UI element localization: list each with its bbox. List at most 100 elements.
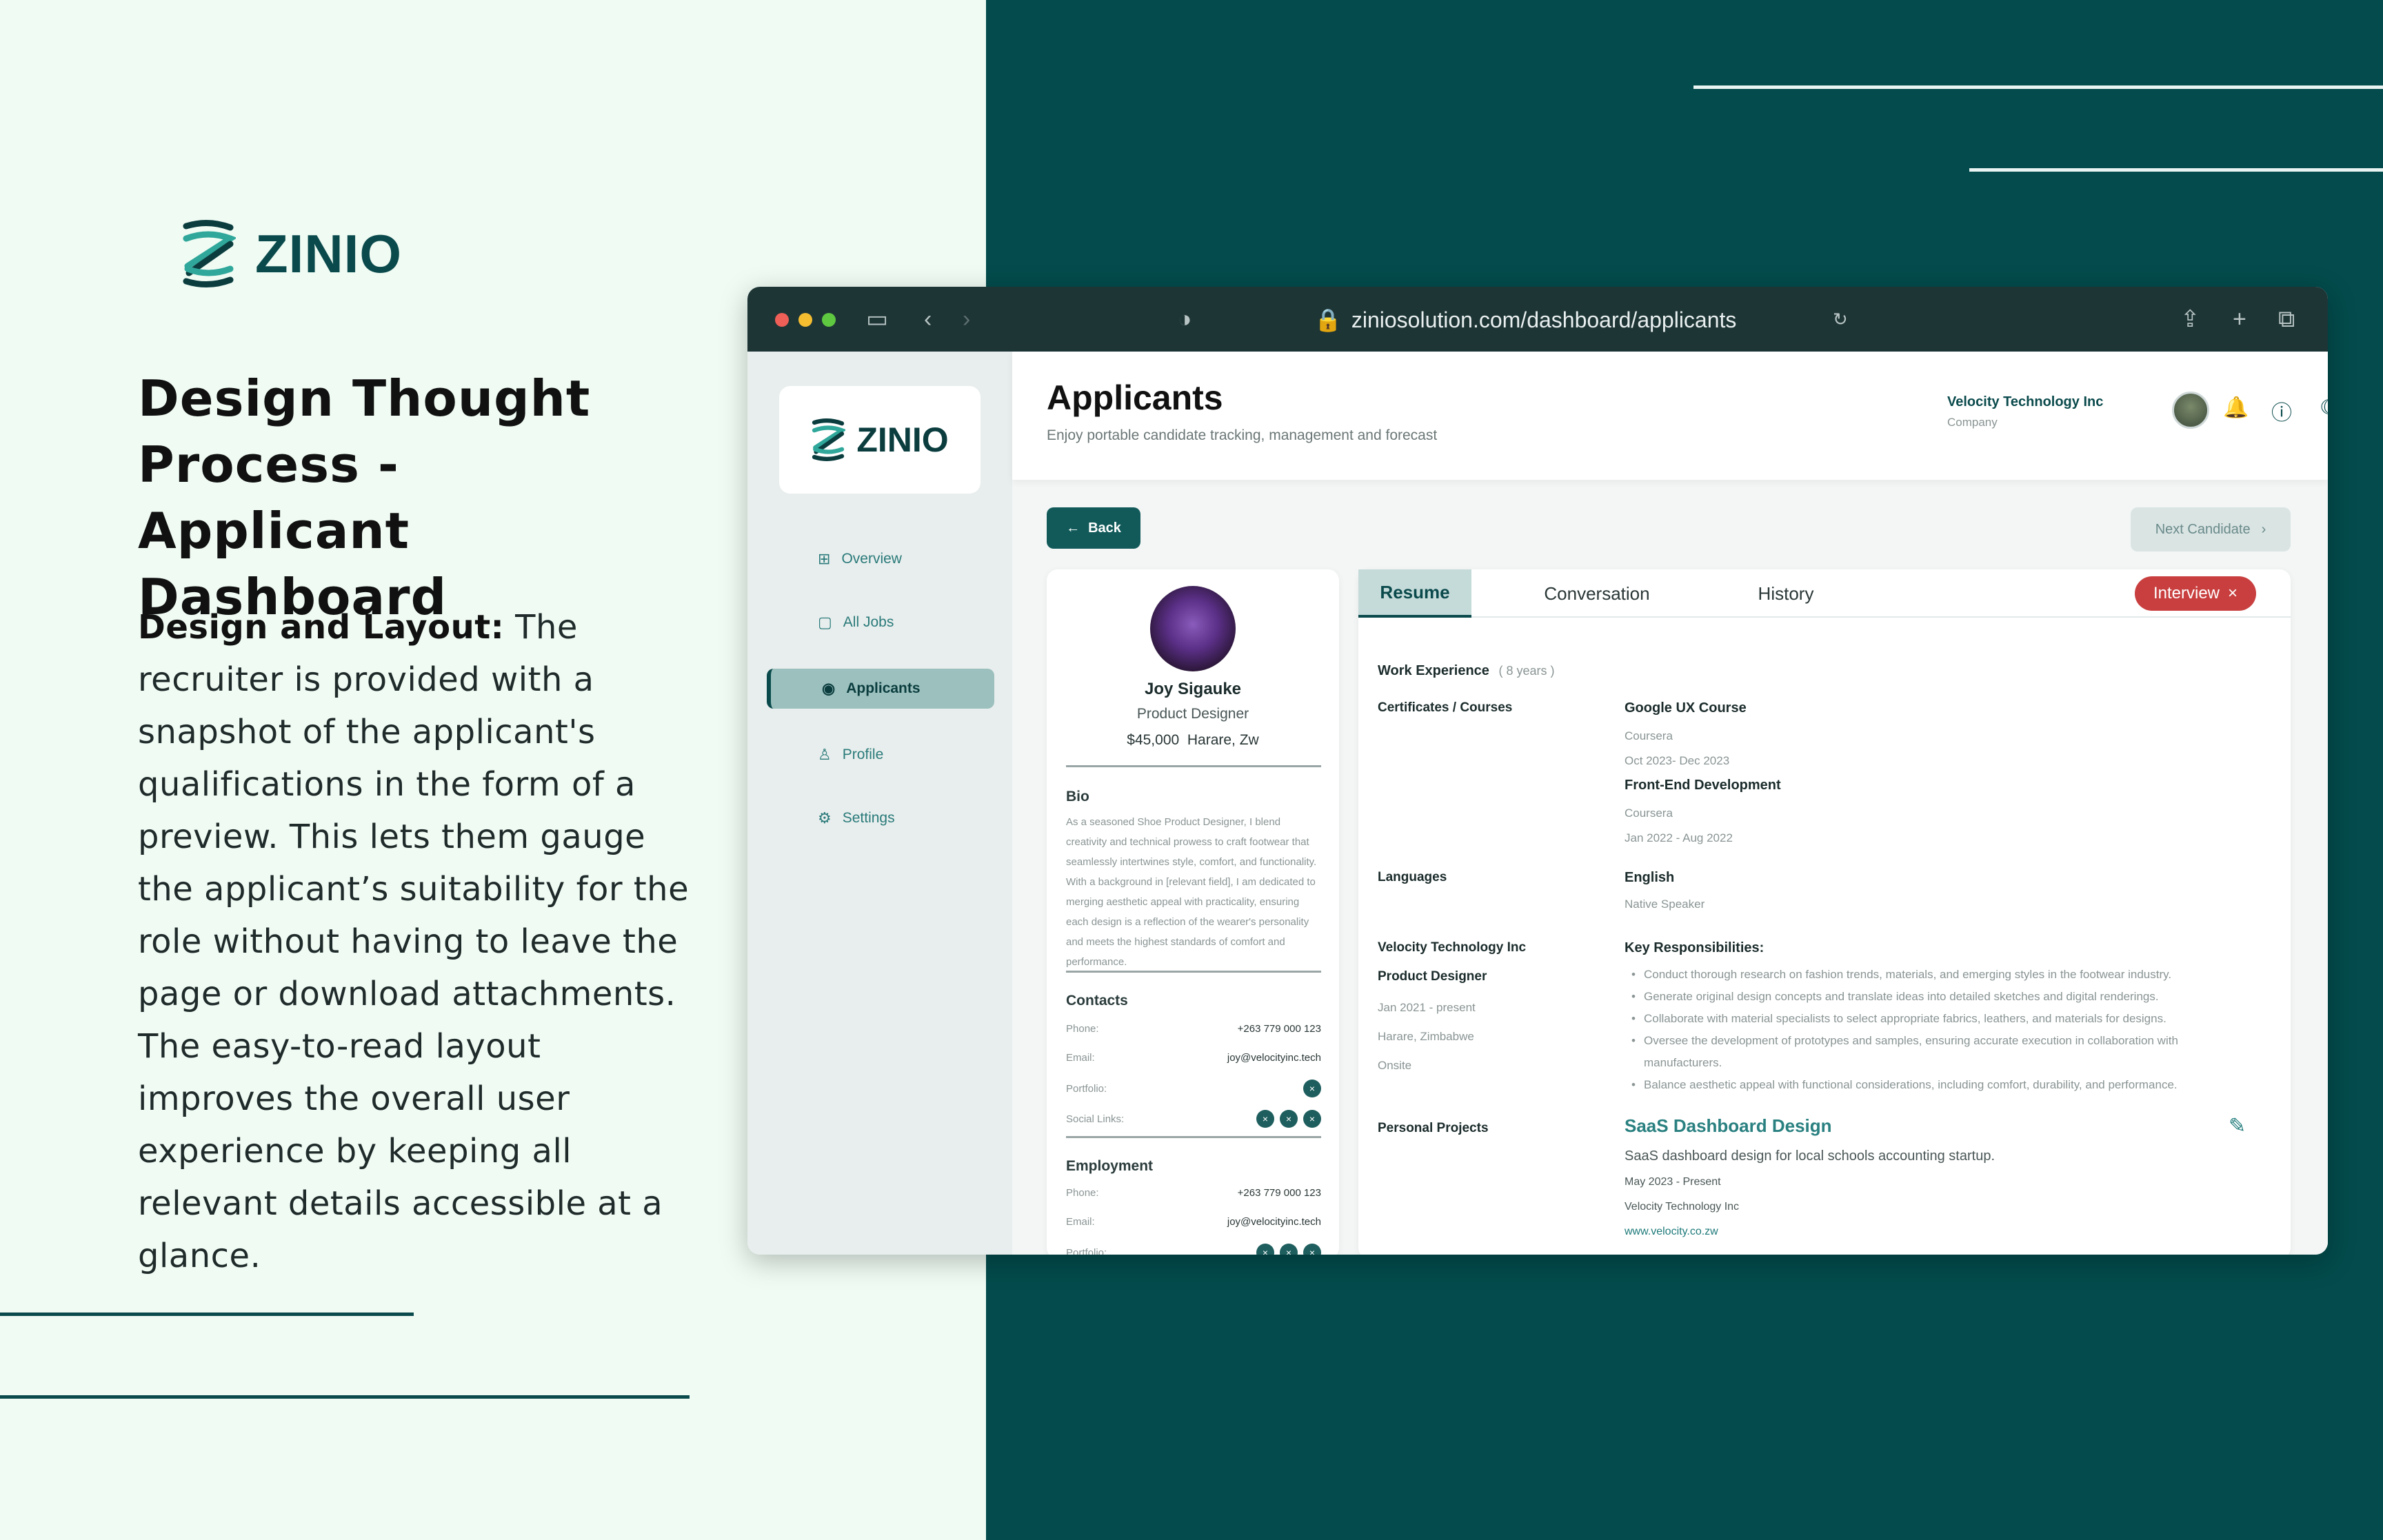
browser-window: ▭ ‹ › ◑ 🔒 ziniosolution.com/dashboard/ap… <box>747 287 2328 1255</box>
job-dates: Jan 2021 - present <box>1378 1001 1476 1014</box>
employment-title: Employment <box>1066 1158 1154 1174</box>
project-dates: May 2023 - Present <box>1625 1176 1721 1188</box>
job-mode: Onsite <box>1378 1059 1412 1072</box>
job-title: Product Designer <box>1378 969 1487 984</box>
sidebar-logo[interactable]: ZINIO <box>779 386 981 494</box>
status-label: Interview <box>2153 584 2220 602</box>
email-value[interactable]: joy@velocityinc.tech <box>1227 1052 1321 1064</box>
status-badge[interactable]: Interview × <box>2135 576 2256 611</box>
bio-text: As a seasoned Shoe Product Designer, I b… <box>1066 816 1317 968</box>
sidebar-item-label: Settings <box>842 810 895 826</box>
email-value[interactable]: joy@velocityinc.tech <box>1227 1216 1321 1228</box>
employment-email: Email: joy@velocityinc.tech <box>1066 1216 1321 1228</box>
tabs-icon[interactable]: ⧉ <box>2278 306 2295 332</box>
grid-icon: ⊞ <box>818 550 831 567</box>
close-icon[interactable]: × <box>2228 584 2238 603</box>
divider <box>1066 765 1321 767</box>
portfolio-link-icon[interactable]: × <box>1303 1080 1321 1097</box>
sidebar-item-label: All Jobs <box>843 614 894 630</box>
social-link-icon[interactable]: × <box>1303 1110 1321 1128</box>
responsibilities-title: Key Responsibilities: <box>1625 940 1764 955</box>
divider <box>1066 1136 1321 1138</box>
portfolio-link-icon[interactable]: × <box>1280 1244 1298 1255</box>
next-candidate-button[interactable]: Next Candidate › <box>2131 507 2291 551</box>
decor-line <box>0 1313 414 1316</box>
new-tab-icon[interactable]: + <box>2233 306 2246 332</box>
company-name: Velocity Technology Inc <box>1947 394 2104 409</box>
description-lead: Design and Layout: <box>138 608 505 647</box>
briefcase-icon: ▢ <box>818 614 832 631</box>
sidebar-logo-text: ZINIO <box>856 421 949 459</box>
maximize-window-button[interactable] <box>822 313 836 327</box>
user-circle-icon: ◉ <box>822 680 836 697</box>
back-button[interactable]: ← Back <box>1047 507 1140 549</box>
portfolio-link-icon[interactable]: × <box>1303 1244 1321 1255</box>
reload-icon[interactable]: ↻ <box>1833 306 1848 332</box>
forward-arrow-icon[interactable]: › <box>963 306 970 332</box>
lock-icon: 🔒 <box>1314 307 1342 332</box>
tab-conversation[interactable]: Conversation <box>1507 569 1687 618</box>
sidebar: ZINIO ⊞ Overview ▢ All Jobs ◉ Applicants ♙ P… <box>747 352 1012 1255</box>
zinio-logo-icon <box>812 418 846 461</box>
sidebar-item-settings[interactable]: ⚙ Settings <box>767 798 994 838</box>
language-level: Native Speaker <box>1625 898 1705 911</box>
certificates-label: Certificates / Courses <box>1378 700 1513 715</box>
social-link-icon[interactable]: × <box>1256 1110 1274 1128</box>
edit-icon[interactable]: ✎ <box>2229 1114 2246 1138</box>
language-name: English <box>1625 870 1675 885</box>
back-arrow-icon[interactable]: ‹ <box>924 306 932 332</box>
contact-phone: Phone: +263 779 000 123 <box>1066 1023 1321 1035</box>
sidebar-item-applicants[interactable]: ◉ Applicants <box>767 669 994 709</box>
cert-org: Coursera <box>1625 729 1673 742</box>
page-headline: Design Thought Process - Applicant Dashb… <box>138 365 731 630</box>
email-label: Email: <box>1066 1216 1095 1228</box>
sidebar-toggle-icon[interactable]: ▭ <box>866 306 888 332</box>
cert-name: Google UX Course <box>1625 700 1747 716</box>
address-bar[interactable]: 🔒 ziniosolution.com/dashboard/applicants <box>1314 305 1736 335</box>
list-item: Generate original design concepts and tr… <box>1625 986 2245 1008</box>
bio-title: Bio <box>1066 789 1089 804</box>
bell-icon[interactable]: 🔔 <box>2223 396 2249 420</box>
zinio-logo-icon <box>183 219 236 288</box>
share-icon[interactable]: ⇪ <box>2180 306 2200 332</box>
tab-resume[interactable]: Resume <box>1358 569 1471 618</box>
brand-name: ZINIO <box>255 223 402 284</box>
tab-history[interactable]: History <box>1717 569 1855 618</box>
company-role: Company <box>1947 416 1998 429</box>
minimize-window-button[interactable] <box>798 313 812 327</box>
browser-toolbar: ▭ ‹ › ◑ 🔒 ziniosolution.com/dashboard/ap… <box>747 287 2328 352</box>
sidebar-item-profile[interactable]: ♙ Profile <box>767 735 994 775</box>
languages-label: Languages <box>1378 870 1447 884</box>
list-item: Oversee the development of prototypes an… <box>1625 1030 2245 1074</box>
cert-org: Coursera <box>1625 807 1673 820</box>
resume-panel: Resume Conversation History Interview × W… <box>1358 569 2291 1255</box>
sidebar-item-label: Profile <box>842 747 884 762</box>
candidate-meta: $45,000 Harare, Zw <box>1047 732 1339 749</box>
social-link-icon[interactable]: × <box>1280 1110 1298 1128</box>
portfolio-link-icon[interactable]: × <box>1256 1244 1274 1255</box>
company-info[interactable]: Velocity Technology Inc Company <box>1947 394 2103 429</box>
description: Design and Layout: The recruiter is prov… <box>138 601 703 1282</box>
moon-icon[interactable]: ☾ <box>2320 396 2328 420</box>
gear-icon: ⚙ <box>818 809 832 827</box>
page-header: Applicants Enjoy portable candidate trac… <box>1012 352 2328 480</box>
contact-social: Social Links: × × × <box>1066 1110 1321 1128</box>
job-location: Harare, Zimbabwe <box>1378 1030 1474 1043</box>
project-org: Velocity Technology Inc <box>1625 1201 1740 1213</box>
close-window-button[interactable] <box>775 313 789 327</box>
avatar[interactable] <box>2172 392 2209 429</box>
employment-phone: Phone: +263 779 000 123 <box>1066 1187 1321 1199</box>
shield-icon[interactable]: ◑ <box>1178 306 1192 332</box>
sidebar-item-overview[interactable]: ⊞ Overview <box>767 539 994 579</box>
phone-value[interactable]: +263 779 000 123 <box>1238 1023 1321 1035</box>
cert-dates: Jan 2022 - Aug 2022 <box>1625 831 1733 844</box>
sidebar-item-all-jobs[interactable]: ▢ All Jobs <box>767 602 994 642</box>
list-item: Balance aesthetic appeal with functional… <box>1625 1074 2245 1096</box>
brand-logo: ZINIO <box>181 218 402 290</box>
project-link[interactable]: www.velocity.co.zw <box>1625 1226 1718 1238</box>
phone-label: Phone: <box>1066 1023 1099 1035</box>
info-icon[interactable]: ⓘ <box>2271 396 2292 426</box>
cert-dates: Oct 2023- Dec 2023 <box>1625 754 1730 767</box>
project-title[interactable]: SaaS Dashboard Design <box>1625 1115 1832 1137</box>
phone-value[interactable]: +263 779 000 123 <box>1238 1187 1321 1199</box>
